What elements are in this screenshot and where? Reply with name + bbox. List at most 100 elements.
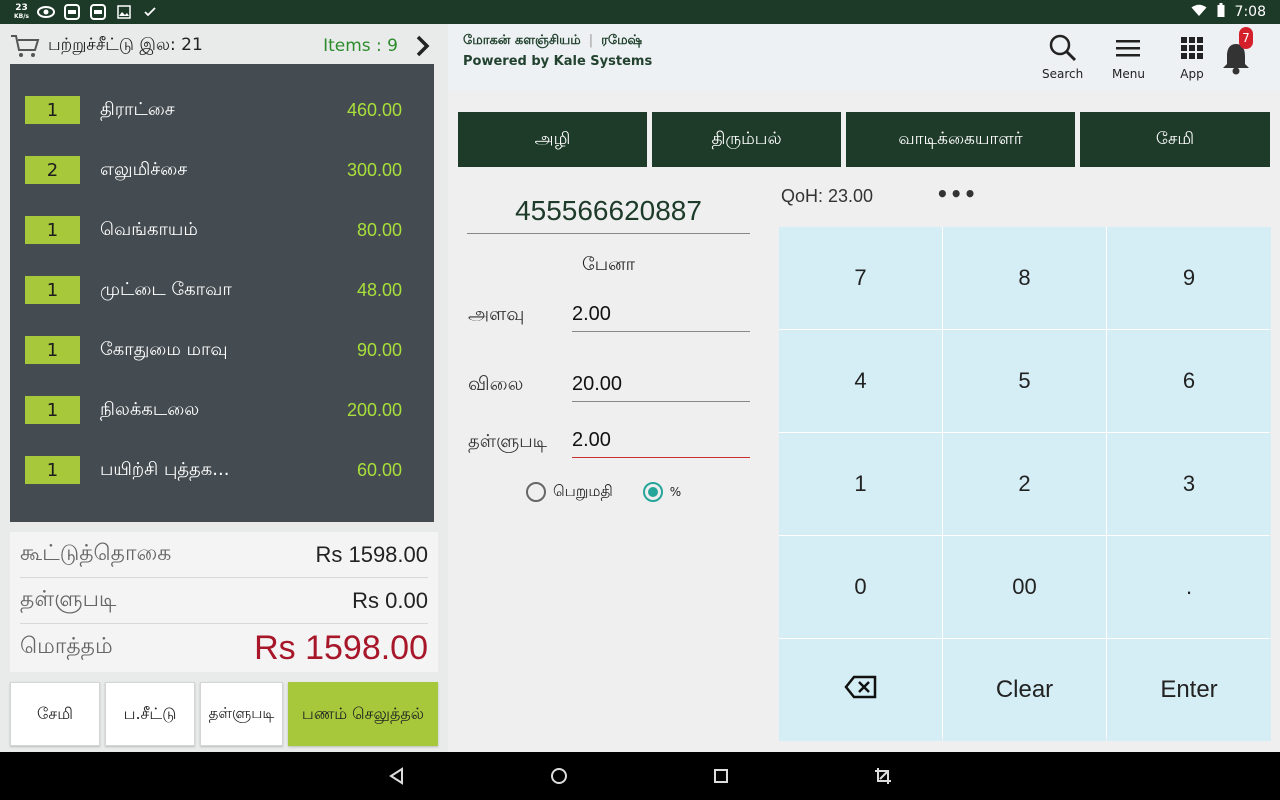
- store-name: மோகன் களஞ்சியம்: [463, 33, 581, 48]
- item-name: எலுமிச்சை: [100, 158, 188, 180]
- list-item[interactable]: 1 பயிற்சி புத்தக... 60.00: [10, 440, 434, 500]
- shopping-cart-icon: [10, 33, 40, 59]
- subtotal-label: கூட்டுத்தொகை: [20, 540, 172, 566]
- numeric-keypad: 7 8 9 4 5 6 1 2 3 0 00 . Clear Enter: [779, 227, 1271, 741]
- tab-clear[interactable]: அழி: [458, 112, 647, 167]
- key-3[interactable]: 3: [1107, 433, 1271, 535]
- radio-percent[interactable]: %: [642, 482, 681, 502]
- discount-button[interactable]: தள்ளுபடி: [200, 682, 283, 746]
- store-separator: |: [588, 33, 594, 48]
- key-8[interactable]: 8: [943, 227, 1106, 329]
- price-input[interactable]: 20.00: [572, 370, 750, 402]
- key-9[interactable]: 9: [1107, 227, 1271, 329]
- powered-by: Powered by Kale Systems: [463, 54, 653, 69]
- save-button[interactable]: சேமி: [10, 682, 100, 746]
- item-name: முட்டை கோவா: [100, 278, 232, 300]
- item-price: 200.00: [346, 399, 402, 420]
- discount-type-radios: பெறுமதி %: [526, 482, 711, 502]
- battery-icon: [1217, 3, 1225, 21]
- discount-row: தள்ளுபடி 2.00: [468, 422, 750, 458]
- menu-button[interactable]: Menu: [1112, 32, 1145, 81]
- item-name: பயிற்சி புத்தக...: [100, 458, 230, 480]
- grand-total-label: மொத்தம்: [20, 634, 113, 659]
- network-speed: 23 KB/s: [14, 4, 29, 21]
- status-bar: 23 KB/s 7:08: [0, 0, 1280, 24]
- cart-item-list[interactable]: 1 திராட்சை 460.00 2 எலுமிச்சை 300.00 1 வ…: [10, 64, 434, 522]
- recent-apps-icon[interactable]: [711, 766, 731, 786]
- grand-total-value: Rs 1598.00: [254, 628, 428, 667]
- list-item[interactable]: 1 நிலக்கடலை 200.00: [10, 380, 434, 440]
- item-name: கோதுமை மாவு: [100, 338, 228, 360]
- list-item[interactable]: 1 திராட்சை 460.00: [10, 80, 434, 140]
- action-tabs: அழி திரும்பல் வாடிக்கையாளர் சேமி: [458, 112, 1270, 167]
- tab-save[interactable]: சேமி: [1080, 112, 1270, 167]
- item-quantity: 1: [25, 216, 80, 244]
- receipt-button[interactable]: ப.சீட்டு: [105, 682, 195, 746]
- clear-button[interactable]: Clear: [943, 639, 1106, 741]
- product-name: பேனா: [581, 254, 636, 275]
- menu-label: Menu: [1112, 67, 1145, 81]
- enter-button[interactable]: Enter: [1107, 639, 1271, 741]
- chevron-right-icon[interactable]: [410, 34, 434, 58]
- key-1[interactable]: 1: [779, 433, 942, 535]
- discount-value: Rs 0.00: [352, 587, 428, 613]
- key-4[interactable]: 4: [779, 330, 942, 432]
- key-7[interactable]: 7: [779, 227, 942, 329]
- radio-checked-icon: [642, 482, 663, 502]
- radio-value-label: பெறுமதி: [553, 482, 613, 500]
- search-button[interactable]: Search: [1042, 32, 1083, 81]
- backspace-icon: [843, 675, 878, 705]
- home-icon[interactable]: [549, 766, 569, 786]
- check-icon: [141, 5, 159, 19]
- cart-panel: பற்றுச்சீட்டு இல: 21 Items : 9 1 திராட்ச…: [0, 24, 448, 752]
- backspace-button[interactable]: [779, 639, 942, 741]
- product-entry-panel: மோகன் களஞ்சியம் | ரமேஷ் Powered by Kale Sy…: [448, 24, 1280, 752]
- key-0[interactable]: 0: [779, 536, 942, 638]
- item-name: நிலக்கடலை: [100, 398, 200, 420]
- item-price: 60.00: [356, 459, 402, 480]
- hamburger-menu-icon: [1112, 32, 1144, 67]
- user-name: ரமேஷ்: [601, 33, 643, 48]
- item-quantity: 1: [25, 96, 80, 124]
- key-5[interactable]: 5: [943, 330, 1106, 432]
- tab-return[interactable]: திரும்பல்: [652, 112, 841, 167]
- barcode-field[interactable]: 455566620887: [467, 192, 750, 234]
- key-2[interactable]: 2: [943, 433, 1106, 535]
- app-header: மோகன் களஞ்சியம் | ரமேஷ் Powered by Kale Sy…: [448, 24, 1280, 90]
- subtotal-value: Rs 1598.00: [315, 541, 428, 567]
- list-item[interactable]: 1 வெங்காயம் 80.00: [10, 200, 434, 260]
- key-6[interactable]: 6: [1107, 330, 1271, 432]
- totals-panel: கூட்டுத்தொகை Rs 1598.00 தள்ளுபடி Rs 0.00…: [10, 532, 438, 672]
- list-item[interactable]: 1 முட்டை கோவா 48.00: [10, 260, 434, 320]
- radio-unchecked-icon: [526, 482, 546, 502]
- list-item[interactable]: 1 கோதுமை மாவு 90.00: [10, 320, 434, 380]
- quantity-on-hand: QoH: 23.00: [781, 186, 874, 206]
- pay-button[interactable]: பணம் செலுத்தல்: [288, 682, 438, 746]
- app-button[interactable]: App: [1176, 32, 1208, 81]
- app-label: App: [1180, 67, 1204, 81]
- cart-actions: சேமி ப.சீட்டு தள்ளுபடி பணம் செலுத்தல்: [10, 682, 438, 746]
- discount-input[interactable]: 2.00: [572, 426, 750, 458]
- cart-header: பற்றுச்சீட்டு இல: 21 Items : 9: [10, 28, 434, 64]
- receipt-number: பற்றுச்சீட்டு இல: 21: [48, 35, 203, 55]
- item-price: 90.00: [356, 339, 402, 360]
- back-icon[interactable]: [387, 766, 407, 786]
- subtotal-row: கூட்டுத்தொகை Rs 1598.00: [20, 532, 428, 578]
- tab-customer[interactable]: வாடிக்கையாளர்: [846, 112, 1075, 167]
- quantity-input[interactable]: 2.00: [572, 300, 750, 332]
- screenshot-edit-icon[interactable]: [873, 766, 893, 786]
- item-quantity: 1: [25, 336, 80, 364]
- item-price: 460.00: [346, 99, 402, 120]
- key-00[interactable]: 00: [943, 536, 1106, 638]
- item-price: 48.00: [356, 279, 402, 300]
- price-row: விலை 20.00: [468, 366, 750, 402]
- notification-badge: 7: [1239, 27, 1253, 49]
- radio-value[interactable]: பெறுமதி: [526, 482, 613, 502]
- items-count: Items : 9: [323, 36, 398, 56]
- discount-label: தள்ளுபடி: [20, 586, 117, 612]
- search-label: Search: [1042, 67, 1084, 81]
- more-options-icon[interactable]: •••: [936, 182, 977, 206]
- key-dot[interactable]: .: [1107, 536, 1271, 638]
- quantity-label: அளவு: [468, 303, 525, 325]
- list-item[interactable]: 2 எலுமிச்சை 300.00: [10, 140, 434, 200]
